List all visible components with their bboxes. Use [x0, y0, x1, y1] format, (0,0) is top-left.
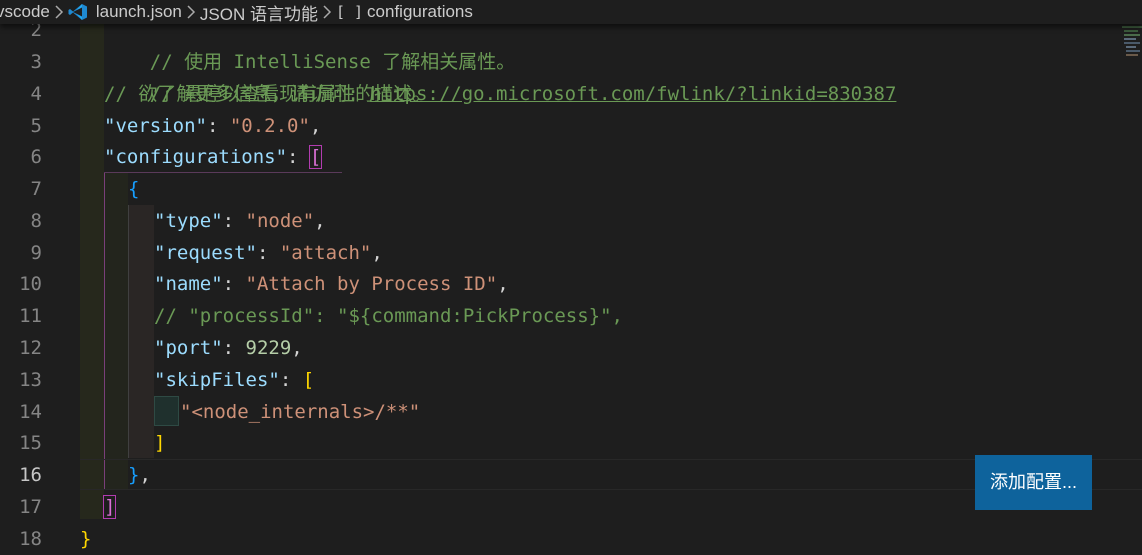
open-brace: {	[128, 178, 140, 200]
json-key: "request"	[154, 242, 257, 264]
code-line-15[interactable]: ]	[154, 427, 165, 459]
json-string-value: "<node_internals>/**"	[180, 401, 421, 423]
colon: :	[222, 210, 246, 232]
code-line-6[interactable]: "configurations": [	[104, 141, 323, 173]
code-line-13[interactable]: "skipFiles": [	[154, 364, 314, 396]
json-key: "version"	[104, 115, 207, 137]
line-number: 14	[19, 401, 42, 423]
code-line-9[interactable]: "request": "attach",	[154, 237, 383, 269]
docs-link[interactable]: https://go.microsoft.com/fwlink/?linkid=…	[370, 83, 896, 105]
vscode-logo-icon	[68, 3, 88, 21]
json-string-value: "attach"	[279, 242, 372, 264]
json-string-value: "node"	[245, 210, 315, 232]
line-number: 13	[19, 369, 42, 391]
colon: :	[222, 337, 246, 359]
open-bracket-highlighted: [	[308, 145, 323, 169]
comma: ,	[314, 210, 326, 232]
colon: :	[287, 146, 310, 168]
line-number: 5	[30, 115, 42, 137]
code-editor[interactable]: 2 3 4 5 6 7 8 9 10 11 12 13 14 15 16 17 …	[0, 0, 1142, 550]
line-number: 17	[19, 496, 42, 518]
line-number: 8	[30, 210, 42, 232]
comma: ,	[139, 464, 151, 486]
open-bracket: [	[302, 369, 315, 391]
code-line-14[interactable]: "<node_internals>/**"	[180, 396, 420, 428]
code-line-4[interactable]: // 欲了解更多信息，请访问: https://go.microsoft.com…	[104, 78, 896, 110]
chevron-right-icon	[54, 5, 64, 19]
code-line-17[interactable]: ]	[102, 491, 117, 523]
code-line-7[interactable]: {	[128, 173, 139, 205]
indent-guide-level-4	[154, 396, 179, 426]
chevron-right-icon	[322, 5, 332, 19]
breadcrumb-symbol[interactable]: configurations	[367, 2, 473, 22]
code-line-12[interactable]: "port": 9229,	[154, 332, 303, 364]
line-number: 3	[30, 51, 42, 73]
line-number-gutter: 2 3 4 5 6 7 8 9 10 11 12 13 14 15 16 17 …	[0, 0, 80, 550]
line-number: 18	[19, 528, 42, 550]
close-brace: }	[128, 464, 140, 486]
json-string-value: "Attach by Process ID"	[245, 273, 498, 295]
line-number: 12	[19, 337, 42, 359]
line-number: 7	[30, 178, 42, 200]
code-line-3[interactable]: // 悬停以查看现有属性的描述。	[104, 46, 431, 105]
line-number: 15	[19, 432, 42, 454]
close-brace: }	[80, 528, 92, 550]
colon: :	[256, 242, 280, 264]
brackets-icon: [ ]	[335, 3, 364, 21]
colon: :	[206, 115, 230, 137]
add-configuration-button[interactable]: 添加配置...	[975, 455, 1092, 510]
indent-guide-line	[128, 205, 129, 458]
line-number: 11	[19, 305, 42, 327]
json-key: "type"	[154, 210, 223, 232]
minimap[interactable]	[1122, 24, 1142, 64]
json-key: "name"	[154, 273, 223, 295]
code-line-18[interactable]: }	[80, 523, 91, 555]
breadcrumb: vscode launch.json JSON 语言功能 [ ] configu…	[0, 0, 1142, 24]
code-line-11[interactable]: // "processId": "${command:PickProcess}"…	[154, 300, 623, 332]
code-line-16[interactable]: },	[128, 459, 151, 491]
colon: :	[279, 369, 303, 391]
colon: :	[222, 273, 246, 295]
breadcrumb-file[interactable]: launch.json	[96, 2, 182, 22]
breadcrumb-language[interactable]: JSON 语言功能	[200, 0, 318, 25]
json-number-value: 9229	[245, 337, 292, 359]
code-line-5[interactable]: "version": "0.2.0",	[104, 110, 321, 142]
line-number: 4	[30, 83, 42, 105]
indent-guide-level-1	[80, 24, 104, 519]
comma: ,	[291, 337, 303, 359]
json-string-value: "0.2.0"	[229, 115, 310, 137]
comma: ,	[309, 115, 322, 137]
code-line-10[interactable]: "name": "Attach by Process ID",	[154, 268, 509, 300]
comment-text: // "processId": "${command:PickProcess}"…	[154, 305, 623, 327]
line-number-active: 16	[19, 464, 42, 486]
json-key: "skipFiles"	[154, 369, 280, 391]
comma: ,	[497, 273, 509, 295]
comment-text: // 欲了解更多信息，请访问:	[104, 83, 371, 105]
breadcrumb-folder[interactable]: vscode	[0, 2, 50, 22]
code-line-8[interactable]: "type": "node",	[154, 205, 326, 237]
comma: ,	[371, 242, 383, 264]
bracket-pair-guide	[104, 173, 128, 490]
line-number: 9	[30, 242, 42, 264]
chevron-right-icon	[186, 5, 196, 19]
line-number: 10	[19, 273, 42, 295]
json-key: "port"	[154, 337, 223, 359]
indent-guide-level-3	[128, 205, 154, 458]
close-bracket-highlighted: ]	[102, 495, 117, 519]
line-number: 6	[30, 146, 42, 168]
json-key: "configurations"	[104, 146, 288, 168]
close-bracket: ]	[154, 432, 166, 454]
